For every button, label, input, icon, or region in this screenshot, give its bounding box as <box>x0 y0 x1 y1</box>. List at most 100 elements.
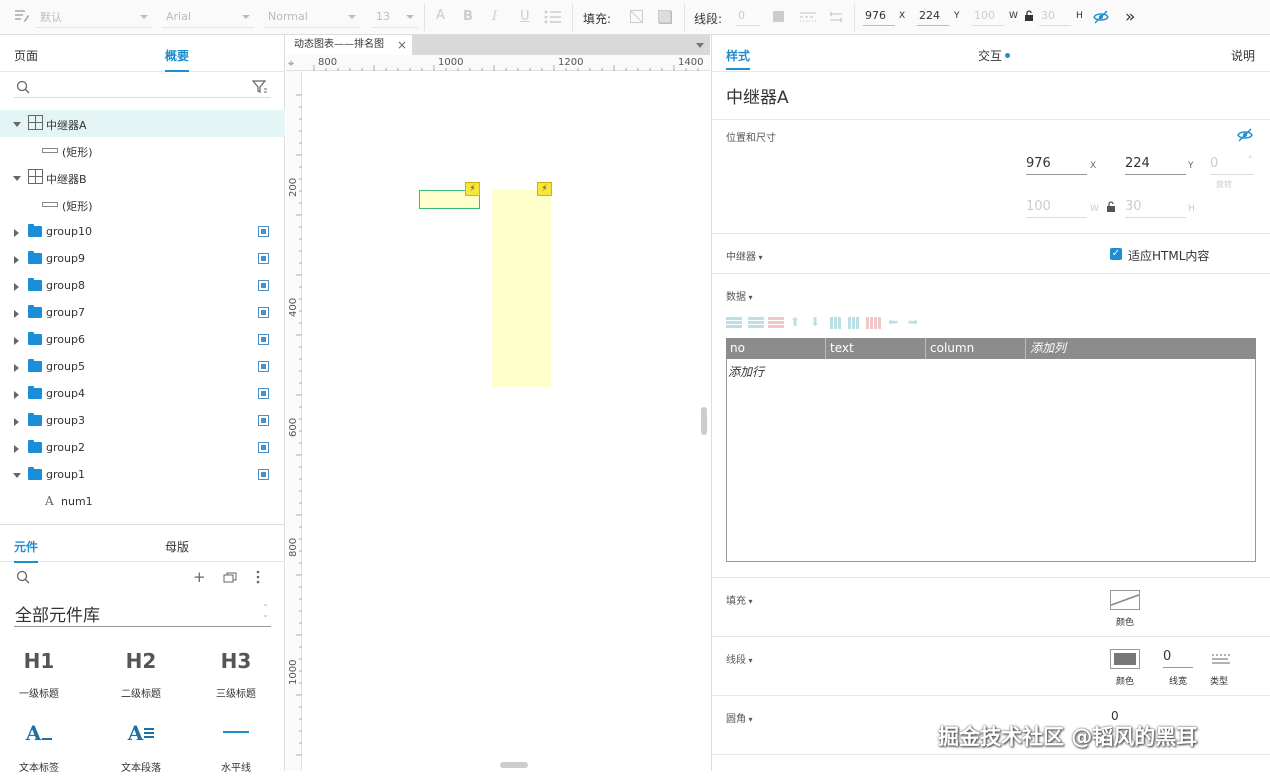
group-icon[interactable] <box>258 226 269 237</box>
fit-html-checkbox[interactable]: ✓ <box>1110 248 1122 260</box>
chevron-right-icon[interactable] <box>14 229 19 237</box>
fit-html-label[interactable]: 适应HTML内容 <box>1128 247 1209 264</box>
lightning-badge-icon[interactable]: ⚡ <box>537 182 552 196</box>
chevron-right-icon[interactable] <box>14 445 19 453</box>
add-column-button[interactable]: 添加列 <box>1026 338 1256 359</box>
outline-search-input[interactable] <box>14 97 271 98</box>
group-icon[interactable] <box>258 361 269 372</box>
column-header-no[interactable]: no <box>726 338 826 359</box>
font-select[interactable]: Arial <box>162 6 254 28</box>
tab-notes[interactable]: 说明 <box>1231 47 1255 64</box>
tree-item-group9[interactable]: group9 <box>0 245 285 272</box>
widget-一级标题[interactable]: H1 一级标题 <box>0 647 79 707</box>
add-row-below-icon[interactable] <box>748 317 764 329</box>
chevron-right-icon[interactable] <box>14 418 19 426</box>
tree-item-group10[interactable]: group10 <box>0 218 285 245</box>
move-right-icon[interactable]: ➡ <box>908 315 918 329</box>
font-color-icon[interactable]: A <box>436 8 445 23</box>
y-input[interactable]: 224 <box>917 8 949 26</box>
group-icon[interactable] <box>258 388 269 399</box>
more-icon[interactable]: » <box>1125 7 1135 27</box>
fill-color-swatch[interactable] <box>1110 590 1140 610</box>
h-field[interactable]: 30 <box>1125 198 1186 218</box>
library-search-icon[interactable] <box>16 570 30 587</box>
widget-文本标签[interactable]: A 文本标签 <box>0 719 79 779</box>
tree-item-group7[interactable]: group7 <box>0 299 285 326</box>
library-more-icon[interactable] <box>256 570 260 587</box>
column-header-column[interactable]: column <box>926 338 1026 359</box>
x-field[interactable]: 976 <box>1026 155 1087 175</box>
stroke-color-icon[interactable] <box>773 11 784 22</box>
search-icon[interactable] <box>16 80 30 97</box>
size-select[interactable]: 13 <box>372 6 418 28</box>
list-icon[interactable] <box>544 10 562 27</box>
widget-文本段落[interactable]: A 文本段落 <box>101 719 181 779</box>
move-left-icon[interactable]: ⬅ <box>888 315 898 329</box>
chevron-right-icon[interactable] <box>14 256 19 264</box>
fill-color-icon[interactable] <box>630 10 643 23</box>
lock-icon[interactable] <box>1106 201 1116 216</box>
stroke-color-swatch[interactable] <box>1110 649 1140 669</box>
vertical-scrollbar[interactable] <box>701 407 707 435</box>
move-down-icon[interactable]: ⬇ <box>810 315 820 329</box>
delete-row-icon[interactable] <box>768 317 784 329</box>
group-icon[interactable] <box>258 415 269 426</box>
add-col-right-icon[interactable] <box>848 317 860 329</box>
widget-二级标题[interactable]: H2 二级标题 <box>101 647 181 707</box>
widget-三级标题[interactable]: H3 三级标题 <box>196 647 276 707</box>
tree-item-B[interactable]: 中继器B <box>0 164 285 191</box>
stroke-section-label[interactable]: 线段 <box>726 651 753 666</box>
fill-section-label[interactable]: 填充 <box>726 592 753 607</box>
stroke-style-icon[interactable] <box>800 11 816 26</box>
w-field[interactable]: 100 <box>1026 198 1087 218</box>
tree-item-group5[interactable]: group5 <box>0 353 285 380</box>
add-col-left-icon[interactable] <box>830 317 842 329</box>
y-field[interactable]: 224 <box>1125 155 1186 175</box>
chevron-down-icon[interactable] <box>13 176 21 181</box>
widget-title[interactable]: 中继器A <box>726 83 789 108</box>
stroke-width-field[interactable]: 0 <box>1163 648 1193 668</box>
tree-item-group3[interactable]: group3 <box>0 407 285 434</box>
group-icon[interactable] <box>258 442 269 453</box>
tree-item-[interactable]: (矩形) <box>0 191 285 218</box>
repeater-section-label[interactable]: 中继器 <box>726 248 763 263</box>
tree-item-[interactable]: (矩形) <box>0 137 285 164</box>
italic-icon[interactable]: I <box>492 9 497 24</box>
stroke-width-input[interactable]: 0 <box>736 8 760 26</box>
delete-col-icon[interactable] <box>866 317 882 329</box>
group-icon[interactable] <box>258 280 269 291</box>
group-icon[interactable] <box>258 334 269 345</box>
tab-masters[interactable]: 母版 <box>165 538 189 555</box>
corner-section-label[interactable]: 圆角 <box>726 710 753 725</box>
chevron-right-icon[interactable] <box>14 364 19 372</box>
style-select[interactable]: 默认 <box>36 6 152 28</box>
library-window-icon[interactable] <box>223 572 237 587</box>
close-icon[interactable]: × <box>397 35 407 55</box>
data-section-label[interactable]: 数据 <box>726 288 753 303</box>
widget-水平线[interactable]: 水平线 <box>196 719 276 779</box>
h-input[interactable]: 30 <box>1039 8 1071 26</box>
visibility-icon[interactable] <box>1237 128 1253 145</box>
library-select[interactable]: 全部元件库 ⌃ ⌄ <box>14 596 271 627</box>
tree-item-num1[interactable]: Anum1 <box>0 488 285 515</box>
group-icon[interactable] <box>258 253 269 264</box>
visibility-icon[interactable] <box>1093 10 1109 27</box>
tab-outline[interactable]: 概要 <box>165 47 190 72</box>
tree-item-group4[interactable]: group4 <box>0 380 285 407</box>
tab-interactions[interactable]: 交互 <box>978 47 1002 64</box>
chevron-right-icon[interactable] <box>14 283 19 291</box>
weight-select[interactable]: Normal <box>264 6 360 28</box>
chevron-right-icon[interactable] <box>14 310 19 318</box>
repeater-b-rect[interactable] <box>492 190 551 387</box>
add-library-icon[interactable]: + <box>193 568 206 586</box>
tab-widgets[interactable]: 元件 <box>14 538 39 563</box>
tab-pages[interactable]: 页面 <box>14 47 38 64</box>
tree-item-group1[interactable]: group1 <box>0 461 285 488</box>
stroke-type-icon[interactable] <box>1212 653 1230 668</box>
underline-icon[interactable]: U <box>520 9 530 24</box>
filter-icon[interactable] <box>251 80 268 97</box>
tree-item-group2[interactable]: group2 <box>0 434 285 461</box>
tab-menu-icon[interactable] <box>696 43 704 48</box>
style-icon[interactable] <box>14 9 30 23</box>
group-icon[interactable] <box>258 307 269 318</box>
